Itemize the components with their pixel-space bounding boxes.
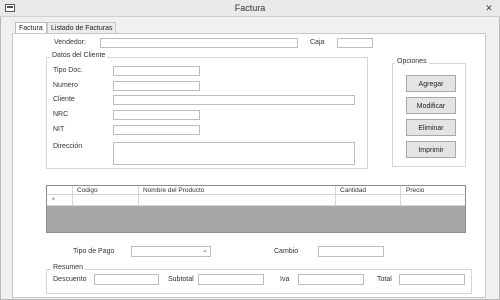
grid-column-divider xyxy=(138,186,139,206)
nit-field[interactable] xyxy=(113,125,200,135)
caja-label: Caja xyxy=(310,39,325,46)
tipo-doc-field[interactable] xyxy=(113,66,200,76)
vendedor-label: Vendedor: xyxy=(54,39,86,46)
agregar-button[interactable]: Agregar xyxy=(406,75,456,92)
iva-field[interactable] xyxy=(298,274,364,285)
direccion-label: Dirección xyxy=(53,143,83,150)
descuento-label: Descuento xyxy=(53,276,87,283)
vendedor-field[interactable] xyxy=(100,38,298,48)
column-header-cantidad[interactable]: Cantidad xyxy=(340,187,366,194)
eliminar-button[interactable]: Eliminar xyxy=(406,119,456,136)
imprimir-button[interactable]: Imprimir xyxy=(406,141,456,158)
opciones-title: Opciones xyxy=(395,58,429,65)
subtotal-label: Subtotal xyxy=(168,276,194,283)
nrc-field[interactable] xyxy=(113,110,200,120)
total-field[interactable] xyxy=(399,274,465,285)
numero-field[interactable] xyxy=(113,81,200,91)
iva-label: Iva xyxy=(280,276,290,283)
cambio-field[interactable] xyxy=(318,246,384,257)
nit-label: NIT xyxy=(53,126,65,133)
tipo-de-pago-label: Tipo de Pago xyxy=(73,248,115,255)
numero-label: Numero xyxy=(53,82,78,89)
grid-column-divider xyxy=(335,186,336,206)
grid-column-divider xyxy=(400,186,401,206)
direccion-textarea[interactable] xyxy=(113,142,355,165)
grid-new-row[interactable] xyxy=(47,195,465,206)
column-header-nombre-del-producto[interactable]: Nombre del Producto xyxy=(143,187,204,194)
caja-field[interactable] xyxy=(337,38,373,48)
new-row-marker: * xyxy=(52,197,55,204)
grid-header-row xyxy=(47,186,465,195)
total-label: Total xyxy=(377,276,392,283)
subtotal-field[interactable] xyxy=(198,274,264,285)
tipo-de-pago-select[interactable] xyxy=(131,246,211,257)
modificar-button[interactable]: Modificar xyxy=(406,97,456,114)
close-icon[interactable]: ✕ xyxy=(483,3,495,13)
resumen-title: Resumen xyxy=(51,264,85,271)
grid-column-divider xyxy=(72,186,73,206)
datos-del-cliente-title: Datos del Cliente xyxy=(50,52,108,59)
cliente-label: Cliente xyxy=(53,96,75,103)
tab-listado-de-facturas[interactable]: Listado de Facturas xyxy=(47,22,117,33)
cambio-label: Cambio xyxy=(274,248,299,255)
tipo-doc-label: Tipo Doc. xyxy=(53,67,83,74)
cliente-field[interactable] xyxy=(113,95,355,105)
nrc-label: NRC xyxy=(53,111,69,118)
column-header-precio[interactable]: Precio xyxy=(406,187,424,194)
chevron-down-icon[interactable]: ⌄ xyxy=(202,246,208,254)
window-title: Factura xyxy=(234,3,266,13)
descuento-field[interactable] xyxy=(94,274,159,285)
column-header-codigo[interactable]: Codigo xyxy=(77,187,98,194)
